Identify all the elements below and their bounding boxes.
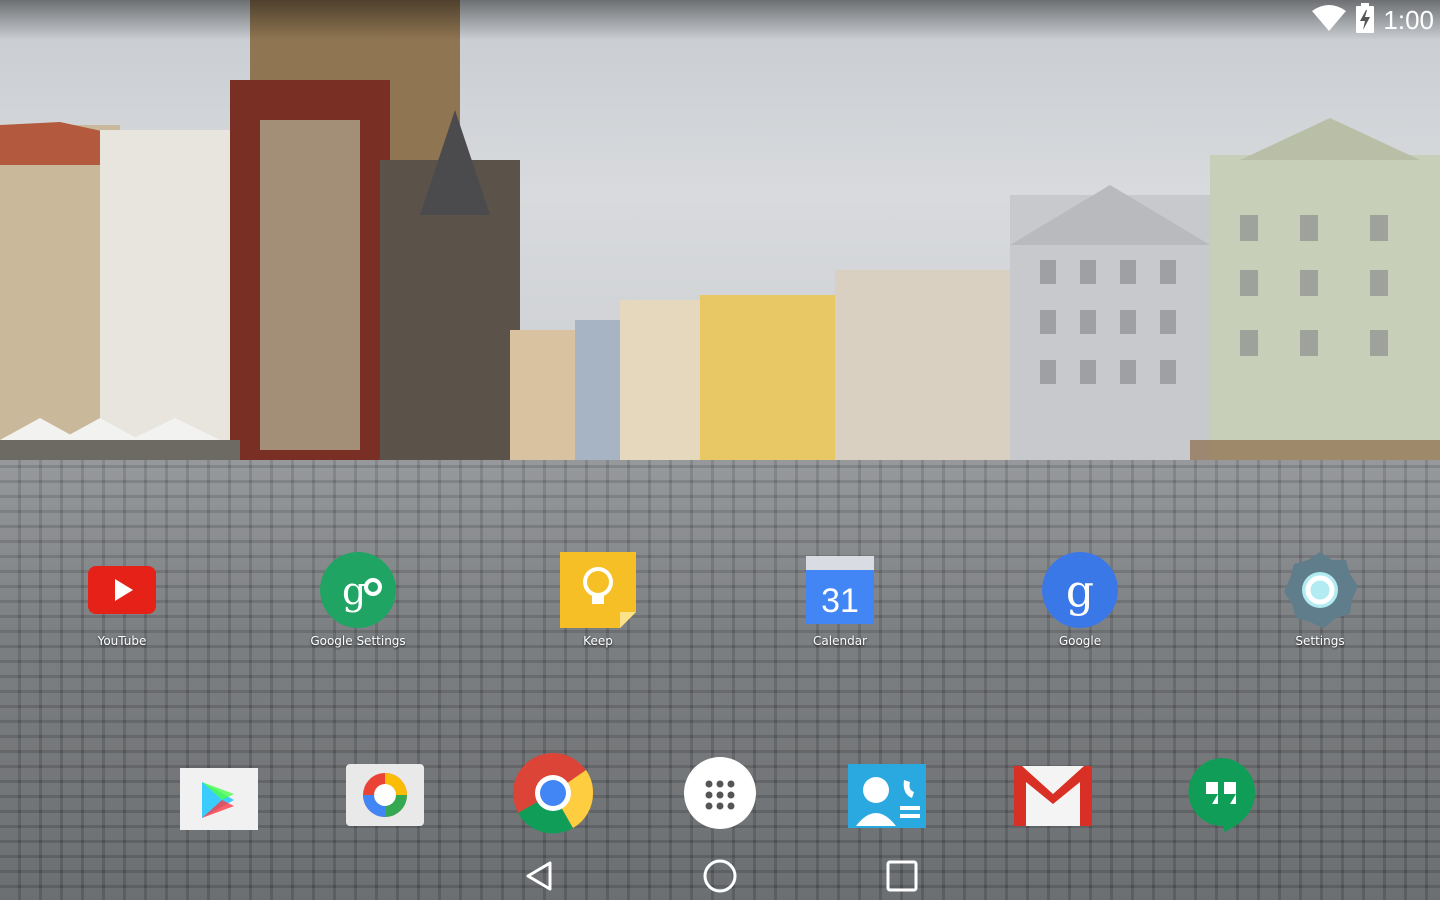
- wallpaper-buildings: [0, 0, 1440, 485]
- app-google[interactable]: g Google: [1020, 550, 1140, 648]
- app-settings[interactable]: Settings: [1260, 550, 1380, 648]
- app-youtube[interactable]: YouTube: [62, 550, 182, 648]
- youtube-icon: [88, 566, 156, 614]
- back-icon: [526, 861, 552, 891]
- recents-icon: [886, 860, 918, 892]
- app-google-settings[interactable]: g Google Settings: [298, 550, 418, 648]
- chrome-icon: [513, 753, 594, 834]
- dock-gmail[interactable]: [1008, 750, 1098, 840]
- status-icons: 1:00: [1311, 2, 1434, 38]
- svg-text:31: 31: [821, 582, 859, 620]
- dock-play-store[interactable]: [174, 752, 264, 842]
- calendar-icon: 31: [806, 556, 874, 624]
- battery-charging-icon: [1355, 3, 1375, 37]
- status-clock: 1:00: [1383, 4, 1434, 35]
- wifi-icon: [1311, 3, 1347, 37]
- google-icon: g: [1042, 552, 1118, 628]
- app-label: Calendar: [813, 634, 867, 648]
- status-bar: 1:00: [0, 0, 1440, 40]
- app-drawer-icon: [684, 757, 756, 829]
- app-label: YouTube: [97, 634, 147, 648]
- app-label: Keep: [583, 634, 613, 648]
- contacts-icon: [848, 764, 926, 828]
- dock-photos[interactable]: [340, 750, 430, 840]
- settings-icon: [1284, 552, 1358, 628]
- app-label: Google: [1058, 634, 1102, 648]
- dock-contacts[interactable]: [842, 750, 932, 840]
- google-settings-icon: g: [320, 552, 396, 628]
- gmail-icon: [1014, 766, 1092, 826]
- play-store-icon: [180, 768, 258, 830]
- dock-app-drawer[interactable]: [675, 748, 765, 838]
- keep-icon: [560, 552, 636, 628]
- app-label: Google Settings: [310, 634, 406, 648]
- home-icon: [703, 859, 737, 893]
- recents-button[interactable]: [872, 856, 932, 896]
- navigation-bar: [0, 852, 1440, 900]
- photos-icon: [346, 764, 424, 826]
- app-calendar[interactable]: 31 Calendar: [780, 550, 900, 648]
- svg-text:g: g: [342, 569, 366, 613]
- svg-text:g: g: [1066, 566, 1094, 617]
- back-button[interactable]: [510, 856, 570, 896]
- home-button[interactable]: [690, 856, 750, 896]
- dock-chrome[interactable]: [508, 748, 598, 838]
- app-label: Settings: [1295, 634, 1345, 648]
- hangouts-icon: [1188, 758, 1255, 832]
- app-keep[interactable]: Keep: [538, 550, 658, 648]
- dock-hangouts[interactable]: [1176, 750, 1266, 840]
- home-screen: 1:00 YouTube g Google Settings Keep 31 C…: [0, 0, 1440, 900]
